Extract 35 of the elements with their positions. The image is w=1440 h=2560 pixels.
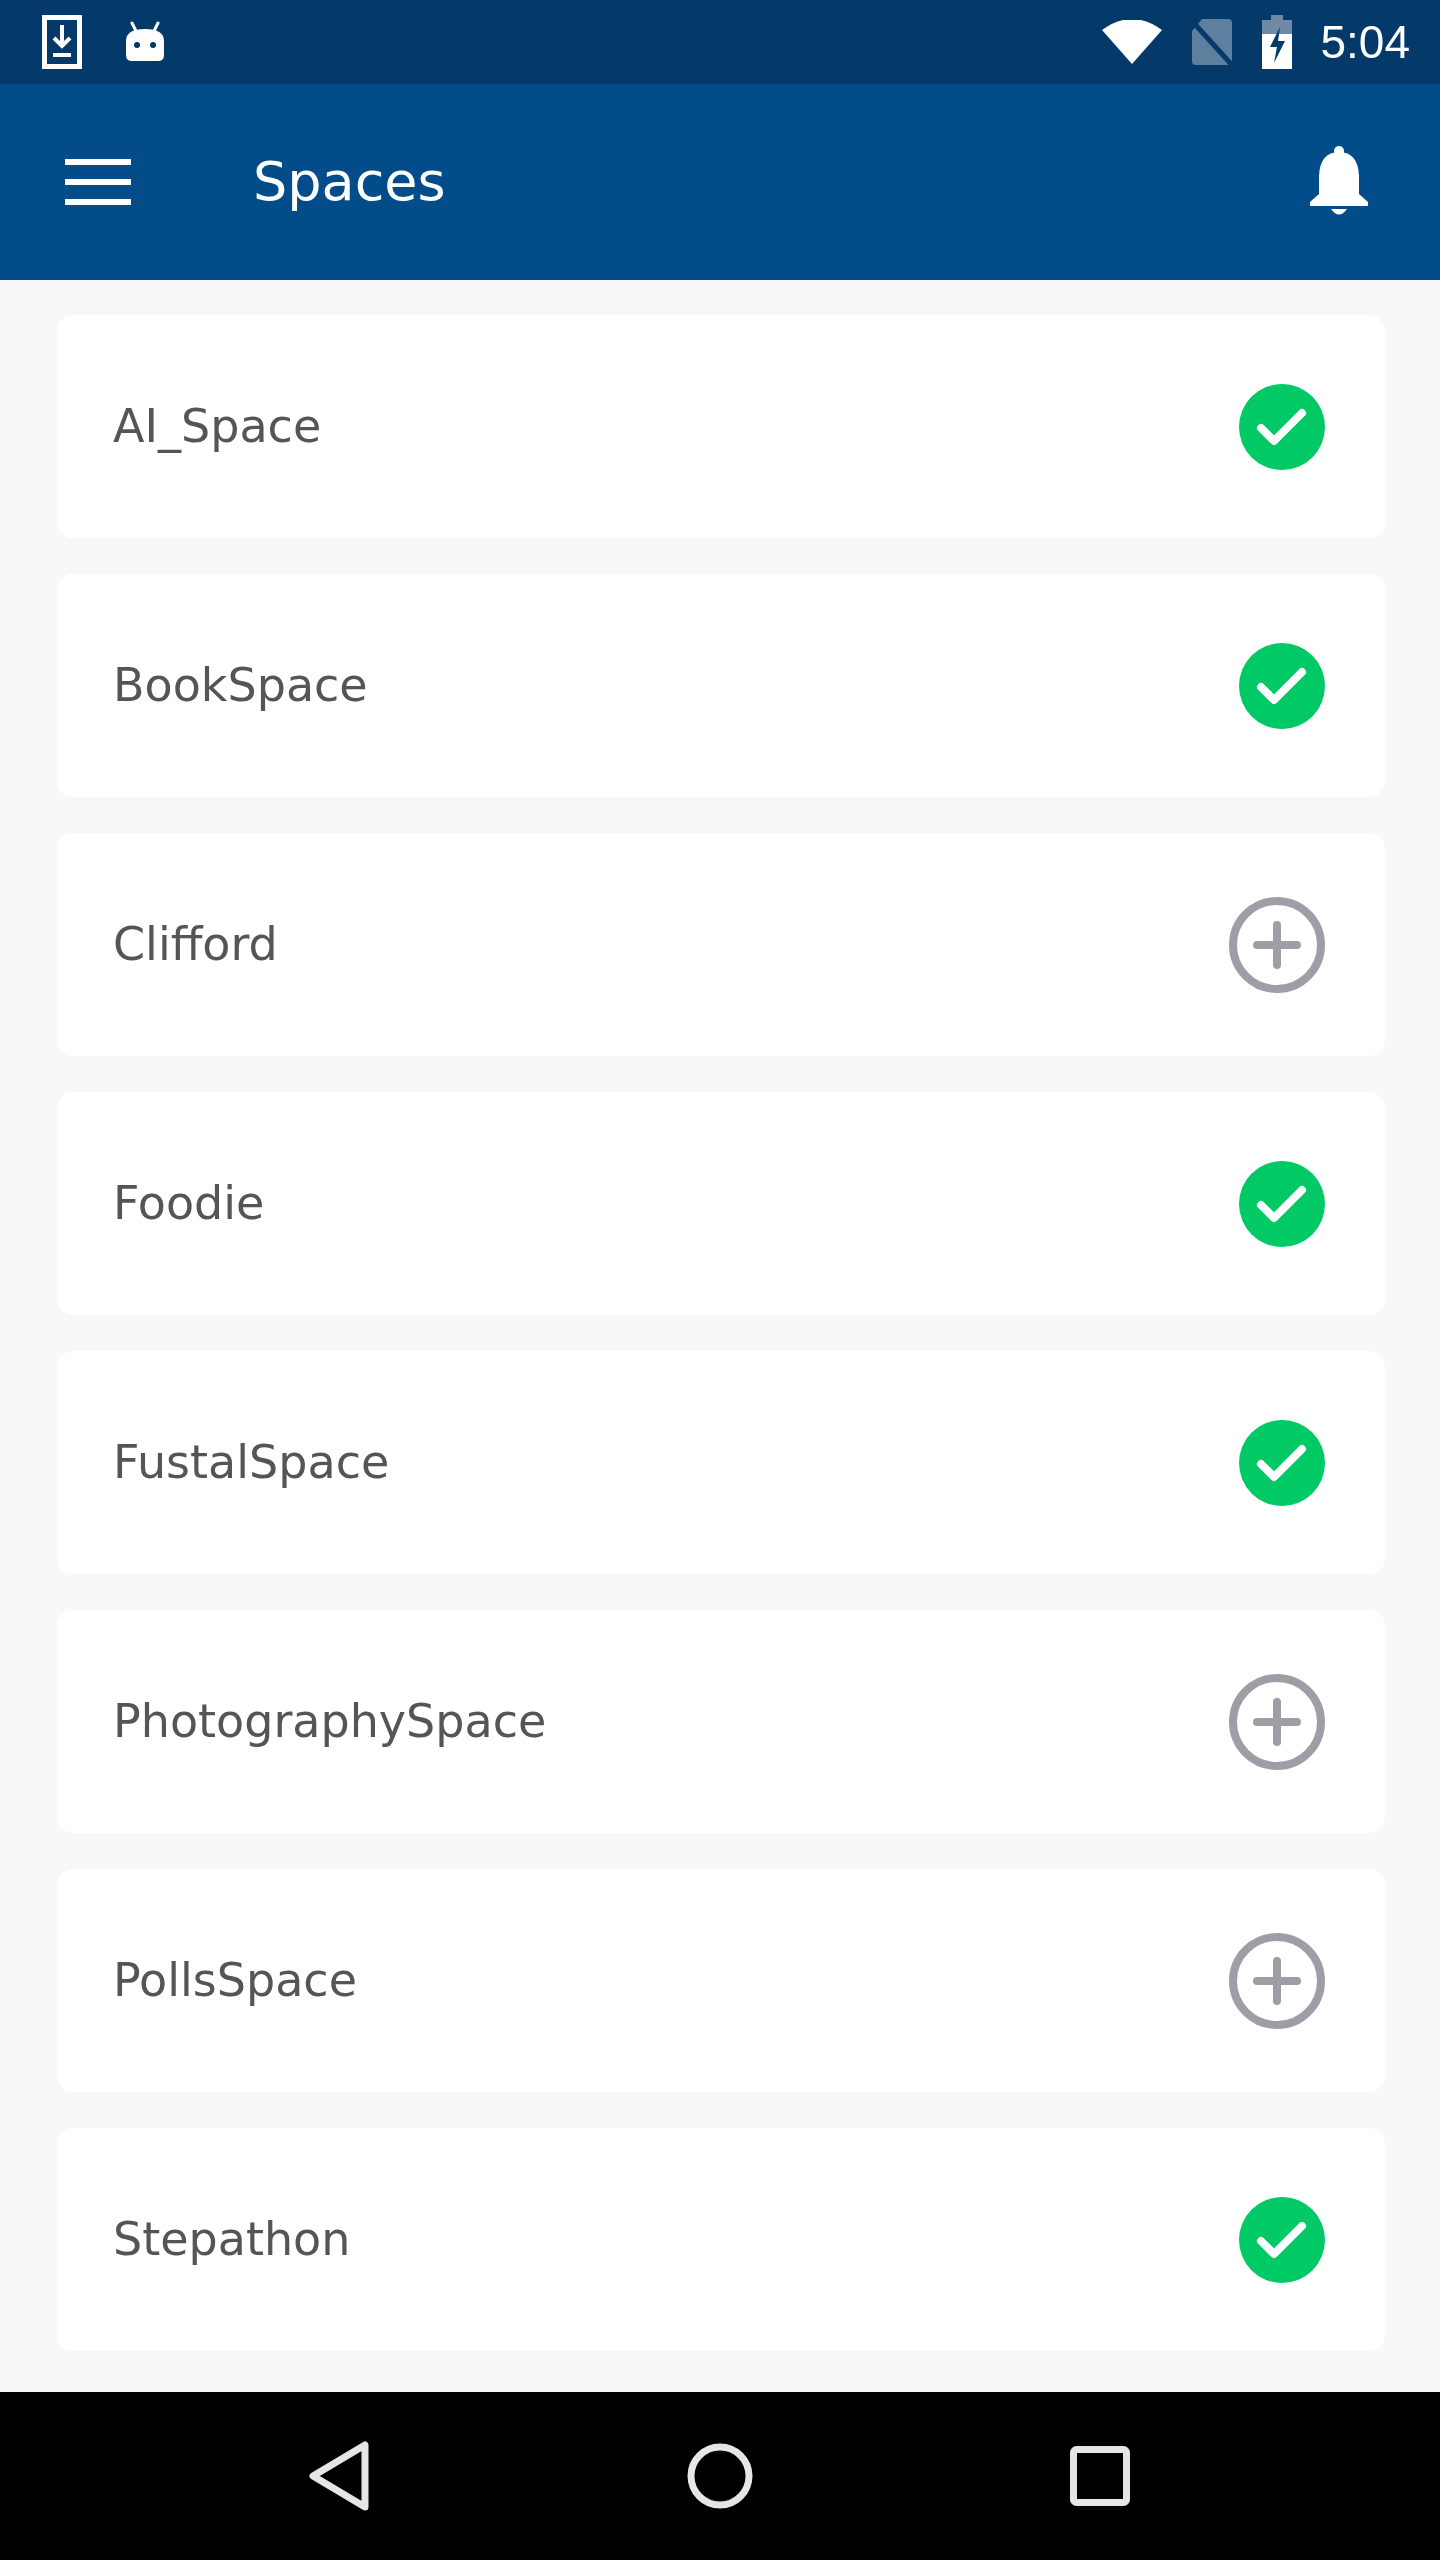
check-circle-icon[interactable] [1239, 2196, 1325, 2283]
no-sim-icon [1190, 17, 1235, 67]
space-name: Clifford [113, 916, 279, 973]
plus-circle-icon[interactable] [1229, 1673, 1325, 1770]
space-name: AI_Space [113, 398, 323, 455]
back-icon[interactable] [309, 2440, 371, 2512]
space-card[interactable]: AI_Space [57, 315, 1385, 538]
check-circle-icon[interactable] [1239, 1419, 1325, 1506]
space-card[interactable]: PollsSpace [57, 1869, 1385, 2092]
recents-icon[interactable] [1070, 2446, 1130, 2506]
download-icon [42, 15, 82, 69]
clock-time: 5:04 [1320, 19, 1410, 65]
space-card[interactable]: Clifford [57, 833, 1385, 1056]
space-card[interactable]: BookSpace [57, 574, 1385, 797]
wifi-icon [1102, 20, 1163, 64]
battery-charging-icon [1262, 15, 1293, 69]
plus-circle-icon[interactable] [1229, 896, 1325, 993]
check-circle-icon[interactable] [1239, 1160, 1325, 1247]
space-name: PollsSpace [113, 1952, 358, 2009]
space-name: PhotographySpace [113, 1693, 548, 1750]
space-name: Stepathon [113, 2211, 352, 2268]
home-icon[interactable] [687, 2443, 753, 2509]
check-circle-icon[interactable] [1239, 642, 1325, 729]
space-card[interactable]: FustalSpace [57, 1351, 1385, 1574]
menu-icon[interactable] [65, 159, 131, 205]
space-card[interactable]: PhotographySpace [57, 1610, 1385, 1833]
screen-title: Spaces [253, 149, 447, 215]
plus-circle-icon[interactable] [1229, 1932, 1325, 2029]
space-name: BookSpace [113, 657, 369, 714]
android-icon [124, 21, 166, 63]
space-name: Foodie [113, 1175, 266, 1232]
space-name: FustalSpace [113, 1434, 391, 1491]
space-card[interactable]: Foodie [57, 1092, 1385, 1315]
space-card[interactable]: Stepathon [57, 2128, 1385, 2351]
check-circle-icon[interactable] [1239, 383, 1325, 470]
